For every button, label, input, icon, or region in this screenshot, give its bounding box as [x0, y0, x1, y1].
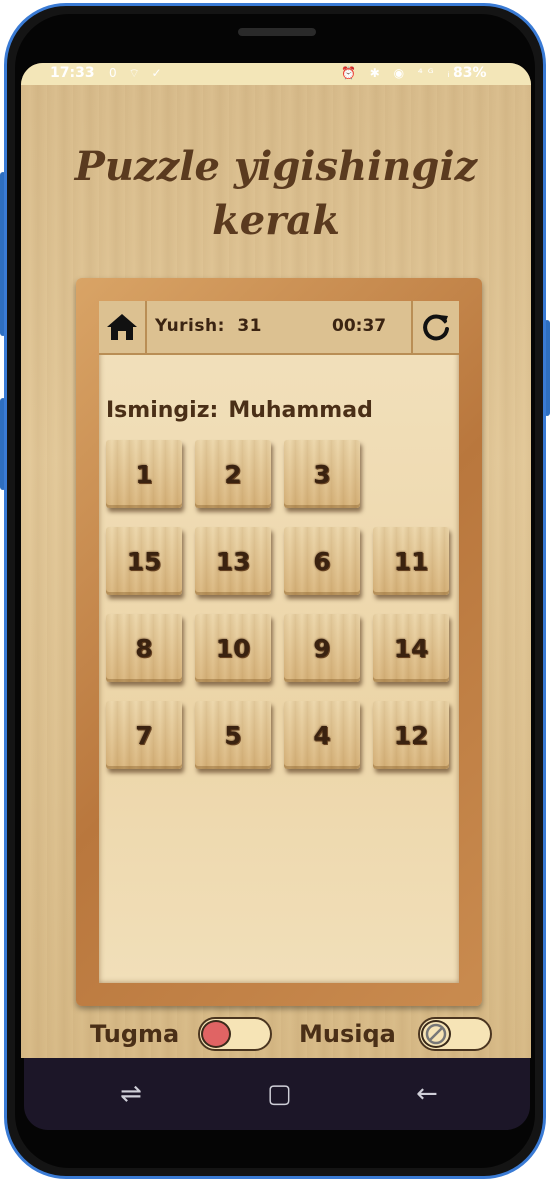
earpiece-speaker [238, 28, 316, 36]
puzzle-tile[interactable]: 1 [106, 440, 182, 508]
disabled-icon [421, 1020, 451, 1048]
music-toggle[interactable] [418, 1017, 492, 1051]
settings-toggles: Tugma Musiqa [21, 1013, 531, 1057]
game-hud: Yurish: 31 00:37 [99, 301, 459, 355]
toggle-knob [201, 1020, 231, 1048]
reload-icon [423, 314, 449, 341]
board-frame: Yurish: 31 00:37 Ismingiz: Muhammad 1 2 3 15… [76, 278, 482, 1006]
restart-button[interactable] [411, 301, 459, 353]
status-bar: 17:33 0 ⌔ ✓ ⏰ ✱ ◉ ⁴ᴳ ᵢₗ 83% [21, 63, 531, 85]
button-sound-label: Tugma [90, 1020, 180, 1048]
puzzle-tile[interactable]: 12 [373, 701, 449, 769]
moves-value: 31 [237, 316, 262, 336]
home-nav-icon[interactable]: ▢ [267, 1080, 292, 1108]
recent-apps-icon[interactable]: ⇌ [120, 1080, 142, 1108]
puzzle-tile[interactable]: 8 [106, 614, 182, 682]
app-screen: 17:33 0 ⌔ ✓ ⏰ ✱ ◉ ⁴ᴳ ᵢₗ 83% Puzzle yigis… [21, 63, 531, 1058]
music-label: Musiqa [299, 1020, 396, 1048]
button-sound-toggle[interactable] [198, 1017, 272, 1051]
player-name: Muhammad [228, 398, 373, 423]
moves-counter: Yurish: 31 [155, 316, 262, 336]
moves-label: Yurish: [155, 316, 225, 336]
puzzle-tile[interactable]: 10 [195, 614, 271, 682]
status-right-icons: ⏰ ✱ ◉ ⁴ᴳ ᵢₗ [341, 66, 462, 80]
puzzle-tile[interactable]: 2 [195, 440, 271, 508]
status-time: 17:33 [50, 65, 95, 81]
page-title-line1: Puzzle yigishingiz [74, 143, 478, 190]
player-label: Ismingiz: [106, 398, 219, 423]
page-title-line2: kerak [212, 197, 340, 244]
puzzle-tile[interactable]: 6 [284, 527, 360, 595]
status-left-icons: 0 ⌔ ✓ [109, 66, 166, 80]
android-nav-bar: ⇌ ▢ ← [24, 1058, 530, 1130]
puzzle-tile[interactable]: 9 [284, 614, 360, 682]
puzzle-tile[interactable]: 11 [373, 527, 449, 595]
player-name-row: Ismingiz: Muhammad [106, 398, 373, 423]
puzzle-tile[interactable]: 15 [106, 527, 182, 595]
game-timer: 00:37 [332, 316, 387, 336]
puzzle-tile[interactable]: 4 [284, 701, 360, 769]
puzzle-tile[interactable]: 7 [106, 701, 182, 769]
home-button[interactable] [99, 301, 147, 353]
puzzle-tile[interactable]: 5 [195, 701, 271, 769]
puzzle-tile[interactable]: 13 [195, 527, 271, 595]
battery-level: 83% [453, 65, 487, 81]
puzzle-tile[interactable]: 3 [284, 440, 360, 508]
back-icon[interactable]: ← [416, 1080, 438, 1108]
home-icon [107, 314, 137, 340]
board-panel: Yurish: 31 00:37 Ismingiz: Muhammad 1 2 3 15… [99, 301, 459, 983]
puzzle-tile[interactable]: 14 [373, 614, 449, 682]
